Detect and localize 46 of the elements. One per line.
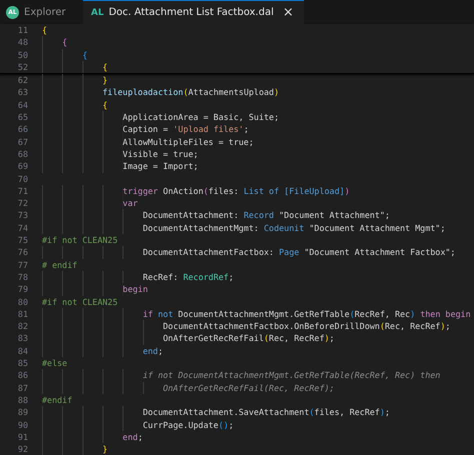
line-number: 84 [16, 344, 28, 358]
line-number: 11 [16, 24, 28, 36]
line-number: 91 [16, 430, 28, 444]
code-line: #endif [42, 394, 72, 406]
line-number: 78 [16, 270, 28, 284]
line-number: 82 [16, 320, 28, 332]
line-number: 65 [16, 111, 28, 124]
line-number: 52 [16, 60, 28, 74]
code-line: # endif [42, 258, 78, 271]
code-line: { [42, 24, 48, 36]
line-number: 86 [16, 369, 28, 382]
line-number: 71 [16, 184, 28, 198]
line-number: 62 [16, 74, 28, 86]
editor-tab[interactable]: AL Doc. Attachment List Factbox.dal × [83, 0, 304, 24]
line-number: 66 [16, 123, 28, 136]
tab-title: Explorer [24, 6, 66, 18]
close-icon[interactable]: × [282, 5, 294, 20]
line-number: 70 [16, 172, 28, 185]
line-number: 92 [16, 443, 28, 455]
line-number: 48 [16, 36, 28, 49]
line-number: 72 [16, 197, 28, 210]
line-number: 75 [16, 234, 28, 246]
line-number: 81 [16, 308, 28, 320]
line-number: 80 [16, 296, 28, 308]
line-number: 88 [16, 394, 28, 406]
line-number: 63 [16, 86, 28, 99]
line-number: 90 [16, 418, 28, 431]
line-number: 50 [16, 48, 28, 61]
line-number: 85 [16, 357, 28, 370]
line-number: 79 [16, 283, 28, 296]
line-number: 73 [16, 209, 28, 222]
file-type-label: AL [91, 8, 104, 18]
code-line: #else [42, 357, 68, 370]
code-line: #if not CLEAN25 [42, 234, 118, 246]
code-line: #if not CLEAN25 [42, 296, 118, 308]
line-number: 64 [16, 98, 28, 112]
line-number: 89 [16, 406, 28, 418]
line-number: 69 [16, 160, 28, 173]
line-number: 74 [16, 222, 28, 234]
line-number: 87 [16, 382, 28, 394]
line-number: 67 [16, 136, 28, 148]
line-number: 83 [16, 332, 28, 345]
line-number: 68 [16, 148, 28, 160]
line-number: 77 [16, 258, 28, 271]
tab-title: Doc. Attachment List Factbox.dal [108, 7, 274, 18]
line-number: 76 [16, 246, 28, 259]
